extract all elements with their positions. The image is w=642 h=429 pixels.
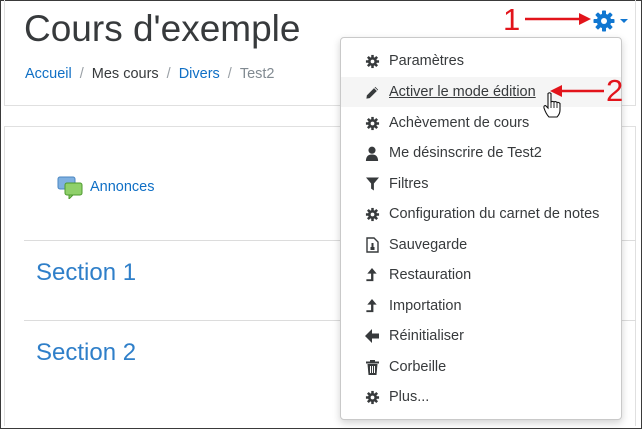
menu-item-label: Filtres (389, 176, 429, 192)
gear-icon (363, 52, 381, 70)
menu-item-me-desinscrire[interactable]: Me désinscrire de Test2 (341, 138, 621, 168)
annotation-marker-2: 2 (606, 73, 624, 108)
breadcrumb-category[interactable]: Divers (179, 66, 220, 82)
breadcrumb-my-courses: Mes cours (91, 66, 159, 82)
filter-icon (363, 175, 381, 193)
menu-item-label: Importation (389, 298, 462, 314)
course-title: Cours d'exemple (24, 8, 301, 49)
arrow-left-icon (363, 327, 381, 345)
announcements-label: Annonces (90, 179, 155, 195)
annotation-marker-1: 1 (503, 2, 521, 37)
gear-icon (363, 388, 381, 406)
section-2-title[interactable]: Section 2 (36, 339, 136, 367)
pencil-icon (363, 83, 381, 101)
upload-arrow-icon (363, 297, 381, 315)
course-actions-menu-button[interactable] (592, 9, 628, 33)
gear-icon (363, 114, 381, 132)
menu-item-achevement-de-cours[interactable]: Achèvement de cours (341, 108, 621, 138)
menu-item-configuration-carnet-de-notes[interactable]: Configuration du carnet de notes (341, 199, 621, 229)
breadcrumb-separator: / (227, 66, 232, 82)
menu-item-label: Me désinscrire de Test2 (389, 145, 542, 161)
breadcrumb-separator: / (166, 66, 171, 82)
menu-item-restauration[interactable]: Restauration (341, 260, 621, 290)
user-icon (363, 144, 381, 162)
forum-icon (57, 176, 83, 199)
menu-item-label: Paramètres (389, 53, 464, 69)
trash-icon (363, 358, 381, 376)
caret-down-icon (620, 19, 628, 23)
menu-item-filtres[interactable]: Filtres (341, 169, 621, 199)
menu-item-label: Corbeille (389, 359, 447, 375)
gear-icon (363, 205, 381, 223)
hand-cursor-icon (543, 92, 561, 118)
gear-icon (593, 10, 615, 32)
menu-item-label: Réinitialiser (389, 328, 464, 344)
section-1-title[interactable]: Section 1 (36, 259, 136, 287)
menu-item-reinitialiser[interactable]: Réinitialiser (341, 321, 621, 351)
menu-item-plus[interactable]: Plus... (341, 382, 621, 412)
menu-item-label: Sauvegarde (389, 237, 468, 253)
menu-item-label: Plus... (389, 389, 430, 405)
breadcrumb-current: Test2 (239, 66, 275, 82)
breadcrumb: Accueil / Mes cours / Divers / Test2 (25, 66, 275, 82)
annotation-arrow-1 (525, 13, 591, 25)
menu-item-importation[interactable]: Importation (341, 291, 621, 321)
menu-item-corbeille[interactable]: Corbeille (341, 352, 621, 382)
announcements-link[interactable]: Annonces (56, 175, 155, 199)
menu-item-label: Activer le mode édition (389, 84, 536, 100)
backup-file-icon (363, 236, 381, 254)
breadcrumb-separator: / (79, 66, 84, 82)
menu-item-parametres[interactable]: Paramètres (341, 46, 621, 76)
upload-arrow-icon (363, 266, 381, 284)
menu-item-label: Achèvement de cours (389, 115, 530, 131)
menu-item-label: Configuration du carnet de notes (389, 206, 600, 222)
breadcrumb-home[interactable]: Accueil (25, 66, 72, 82)
menu-item-sauvegarde[interactable]: Sauvegarde (341, 230, 621, 260)
menu-item-label: Restauration (389, 267, 472, 283)
